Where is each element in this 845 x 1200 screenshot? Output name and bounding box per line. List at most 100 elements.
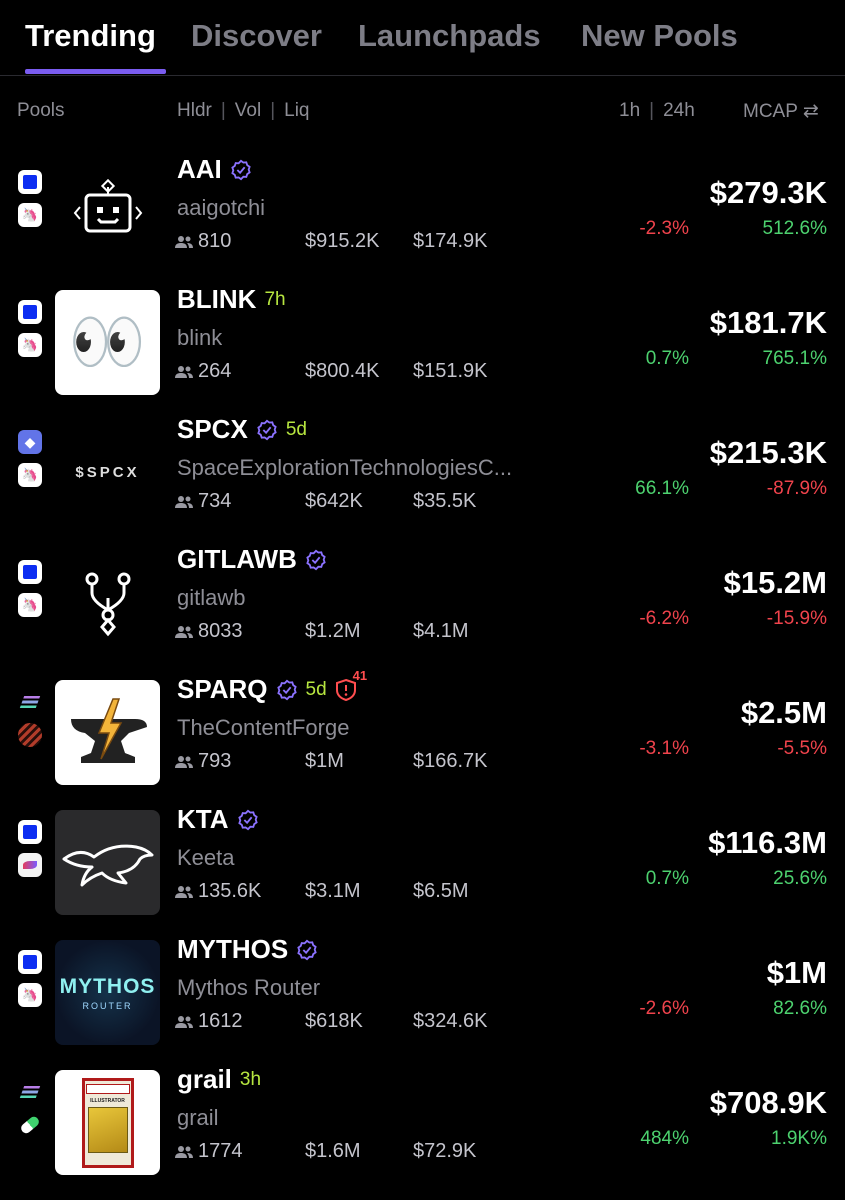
pool-row-mythos[interactable]: MYTHOS ROUTER MYTHOS Mythos Router 1612 … xyxy=(0,920,845,1050)
uniswap-icon xyxy=(18,593,42,617)
volume-value: $618K xyxy=(305,1010,363,1032)
liquidity-sort[interactable]: Liq xyxy=(284,100,309,121)
change-column-header: 1h | 24h xyxy=(619,100,695,121)
token-age: 3h xyxy=(239,1068,262,1090)
uniswap-icon xyxy=(18,983,42,1007)
token-name: Mythos Router xyxy=(177,975,321,1000)
change-24h: 25.6% xyxy=(773,868,827,889)
symbol-text: AAI xyxy=(177,154,222,184)
change-24h: -5.5% xyxy=(777,738,827,759)
market-cap: $215.3K xyxy=(709,435,827,470)
token-symbol: KTA xyxy=(177,804,259,835)
uniswap-icon xyxy=(18,333,42,357)
pool-row-grail[interactable]: ILLUSTRATOR grail 3h grail 1774 $1.6M $7… xyxy=(0,1050,845,1180)
pool-row-sparq[interactable]: SPARQ 5d 41 TheContentForge 793 $1M $166… xyxy=(0,660,845,790)
holders-count: 264 xyxy=(175,360,231,383)
market-cap: $181.7K xyxy=(709,305,827,340)
users-icon xyxy=(175,1145,193,1158)
mythos-logo-icon: MYTHOS xyxy=(59,974,156,998)
liquidity-value: $6.5M xyxy=(413,880,469,902)
token-avatar xyxy=(55,550,160,655)
liquidity-value: $35.5K xyxy=(413,490,477,512)
anvil-lightning-icon xyxy=(70,697,147,763)
pool-row-gitlawb[interactable]: GITLAWB gitlawb 8033 $1.2M $4.1M $15.2M … xyxy=(0,530,845,660)
base-icon xyxy=(18,560,42,584)
token-name: grail xyxy=(177,1105,219,1130)
change-24h: -87.9% xyxy=(766,478,827,499)
token-name: SpaceExplorationTechnologiesC... xyxy=(177,455,513,480)
verified-icon xyxy=(257,419,277,440)
volume-value: $915.2K xyxy=(305,230,380,252)
tab-trending[interactable]: Trending xyxy=(25,18,156,54)
card-title: ILLUSTRATOR xyxy=(90,1097,125,1104)
token-age: 5d xyxy=(305,678,327,700)
market-cap: $2.5M xyxy=(740,695,827,730)
solana-icon xyxy=(18,690,42,714)
volume-value: $3.1M xyxy=(305,880,361,902)
liquidity-value: $72.9K xyxy=(413,1140,477,1162)
token-symbol: SPARQ 5d 41 xyxy=(177,668,367,705)
pool-row-aai[interactable]: AAI aaigotchi 810 $915.2K $174.9K $279.3… xyxy=(0,140,845,270)
holders-sort[interactable]: Hldr xyxy=(177,100,212,121)
token-avatar: 👀 xyxy=(55,290,160,395)
base-icon xyxy=(18,300,42,324)
change-24h: 512.6% xyxy=(762,218,827,239)
verified-icon xyxy=(237,809,258,830)
token-avatar: $SPCX xyxy=(55,420,160,525)
pill-icon xyxy=(18,1113,42,1137)
token-name: blink xyxy=(177,325,223,350)
token-name: Keeta xyxy=(177,845,235,870)
token-name: aaigotchi xyxy=(177,195,266,220)
symbol-text: GITLAWB xyxy=(177,544,297,574)
liquidity-value: $166.7K xyxy=(413,750,488,772)
token-symbol: SPCX 5d xyxy=(177,414,307,445)
holders-count: 1612 xyxy=(175,1010,243,1033)
pool-row-kta[interactable]: KTA Keeta 135.6K $3.1M $6.5M $116.3M 0.7… xyxy=(0,790,845,920)
holders-count: 734 xyxy=(175,490,231,513)
tab-discover[interactable]: Discover xyxy=(191,18,322,54)
uniswap-icon xyxy=(18,463,42,487)
liquidity-value: $174.9K xyxy=(413,230,488,252)
token-avatar xyxy=(55,680,160,785)
change-1h: -2.3% xyxy=(639,218,689,239)
volume-sort[interactable]: Vol xyxy=(235,100,261,121)
token-name: gitlawb xyxy=(177,585,246,610)
volume-value: $1M xyxy=(305,750,344,772)
robot-icon xyxy=(73,178,142,232)
top-tabs: Trending Discover Launchpads New Pools xyxy=(0,0,845,76)
volume-value: $800.4K xyxy=(305,360,380,382)
users-icon xyxy=(175,495,193,508)
h1-sort[interactable]: 1h xyxy=(619,100,640,121)
market-cap: $1M xyxy=(766,955,827,990)
token-avatar: MYTHOS ROUTER xyxy=(55,940,160,1045)
users-icon xyxy=(175,755,193,768)
token-age: 5d xyxy=(285,418,307,440)
verified-icon xyxy=(231,159,251,180)
volume-value: $642K xyxy=(305,490,363,512)
token-name: TheContentForge xyxy=(177,715,350,740)
symbol-text: BLINK xyxy=(177,284,257,314)
users-icon xyxy=(175,885,193,898)
mythos-logo-subtext: ROUTER xyxy=(82,1000,133,1011)
token-avatar: ILLUSTRATOR xyxy=(55,1070,160,1175)
risk-badge[interactable]: 41 xyxy=(335,668,367,702)
tab-new-pools[interactable]: New Pools xyxy=(581,18,738,54)
change-1h: -3.1% xyxy=(639,738,689,759)
git-branch-icon xyxy=(85,572,130,636)
mcap-column-header[interactable]: MCAP ⇄ xyxy=(743,100,819,123)
change-1h: 0.7% xyxy=(645,868,689,889)
h24-sort[interactable]: 24h xyxy=(663,100,695,121)
pool-row-spcx[interactable]: $SPCX SPCX 5d SpaceExplorationTechnologi… xyxy=(0,400,845,530)
uniswap-icon xyxy=(18,203,42,227)
verified-icon xyxy=(297,939,317,960)
token-symbol: BLINK 7h xyxy=(177,284,286,315)
volume-value: $1.6M xyxy=(305,1140,361,1162)
holders-count: 810 xyxy=(175,230,231,253)
tab-launchpads[interactable]: Launchpads xyxy=(358,18,541,54)
users-icon xyxy=(175,365,193,378)
change-1h: -6.2% xyxy=(639,608,689,629)
users-icon xyxy=(175,625,193,638)
users-icon xyxy=(175,235,193,248)
pool-row-blink[interactable]: 👀 BLINK 7h blink 264 $800.4K $151.9K $18… xyxy=(0,270,845,400)
holders-count: 135.6K xyxy=(175,880,261,903)
